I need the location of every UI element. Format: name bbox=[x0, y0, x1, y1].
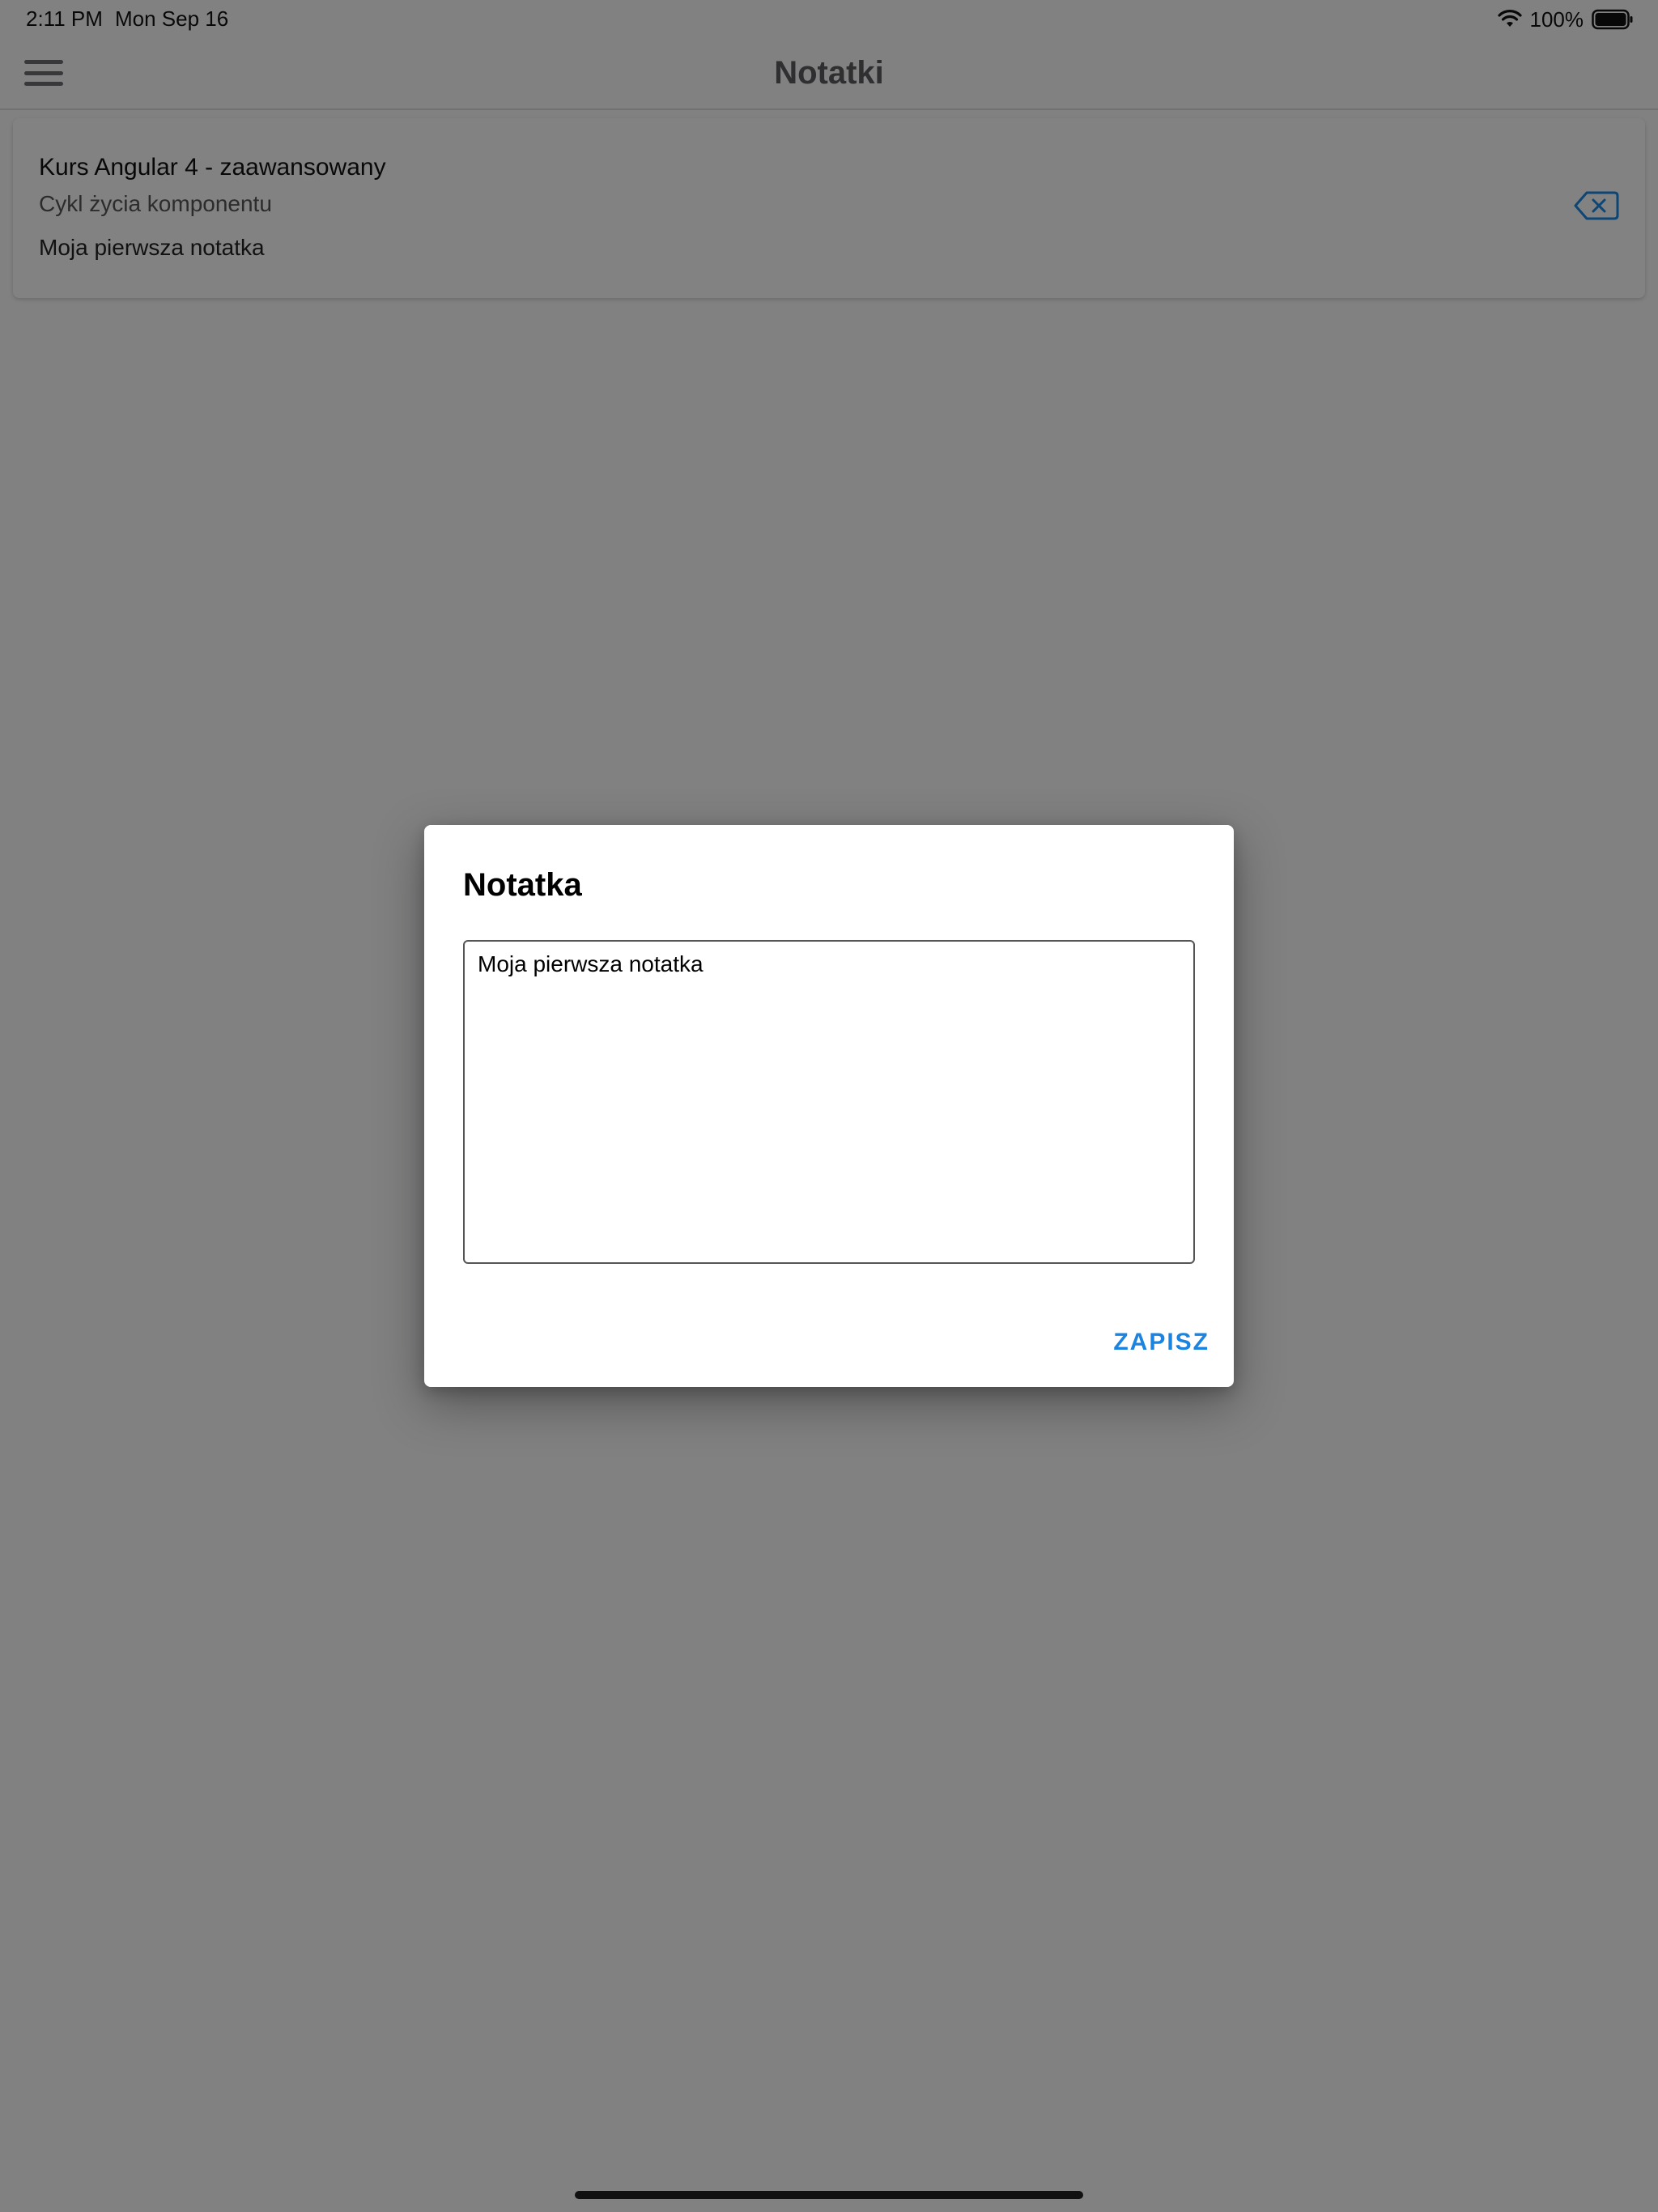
note-textarea[interactable]: Moja pierwsza notatka bbox=[463, 940, 1195, 1264]
save-button[interactable]: ZAPISZ bbox=[1113, 1329, 1209, 1356]
home-indicator bbox=[575, 2191, 1083, 2199]
note-dialog: Notatka Moja pierwsza notatka ZAPISZ bbox=[424, 825, 1234, 1387]
dialog-title: Notatka bbox=[463, 867, 582, 903]
